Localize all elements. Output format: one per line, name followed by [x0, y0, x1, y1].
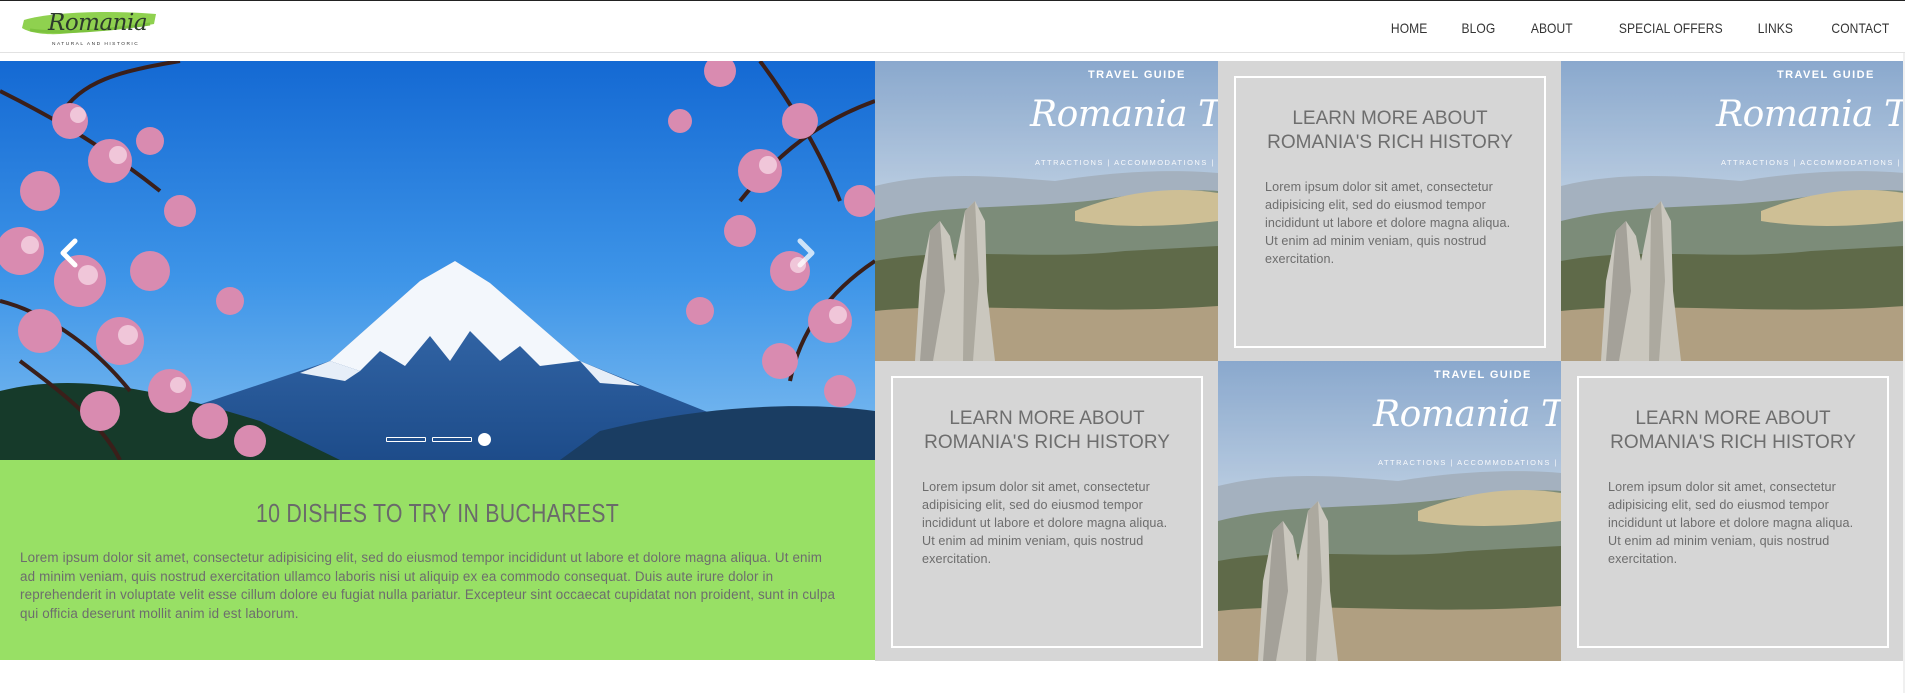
slider-indicator-3-active[interactable] — [478, 433, 491, 446]
guide-title: Romania Travel — [1716, 94, 1903, 135]
nav-about[interactable]: ABOUT — [1531, 20, 1573, 36]
slider-next-button[interactable] — [786, 233, 826, 273]
logo-text: Romania — [48, 10, 148, 36]
hero-slider — [0, 61, 875, 460]
nav-blog[interactable]: BLOG — [1461, 20, 1495, 36]
slider-indicator-1[interactable] — [386, 437, 426, 442]
logo-tagline: Natural and Historic — [52, 42, 140, 47]
history-card-1[interactable]: LEARN MORE ABOUT ROMANIA'S RICH HISTORY … — [1218, 61, 1561, 361]
card-title[interactable]: LEARN MORE ABOUT ROMANIA'S RICH HISTORY — [1234, 107, 1546, 155]
nav-contact[interactable]: CONTACT — [1831, 20, 1889, 36]
history-card-2[interactable]: LEARN MORE ABOUT ROMANIA'S RICH HISTORY … — [875, 361, 1218, 661]
featured-article: 10 DISHES TO TRY IN BUCHAREST Lorem ipsu… — [0, 460, 875, 660]
card-title[interactable]: LEARN MORE ABOUT ROMANIA'S RICH HISTORY — [891, 407, 1203, 455]
main-nav: HOME BLOG ABOUT SPECIAL OFFERS LINKS CON… — [1356, 2, 1889, 54]
guide-subtitle: ATTRACTIONS | ACCOMMODATIONS | DINING — [1035, 158, 1218, 167]
nav-links[interactable]: LINKS — [1757, 20, 1792, 36]
card-text: Lorem ipsum dolor sit amet, consectetur … — [1608, 480, 1854, 566]
chevron-right-icon — [797, 238, 815, 268]
nav-special-offers[interactable]: SPECIAL OFFERS — [1619, 20, 1723, 36]
guide-label-small: TRAVEL GUIDE — [1434, 369, 1532, 381]
logo[interactable]: Romania Natural and Historic — [20, 7, 160, 49]
guide-label-small: TRAVEL GUIDE — [1777, 69, 1875, 81]
guide-title: Romania Travel — [1373, 394, 1561, 435]
featured-article-text: Lorem ipsum dolor sit amet, consectetur … — [20, 550, 836, 621]
nav-home[interactable]: HOME — [1390, 20, 1426, 36]
travel-guide-tile-2[interactable]: TRAVEL GUIDE Romania Travel ATTRACTIONS … — [1561, 61, 1903, 361]
chevron-left-icon — [60, 238, 78, 268]
card-text: Lorem ipsum dolor sit amet, consectetur … — [1265, 180, 1511, 266]
travel-guide-tile-3[interactable]: TRAVEL GUIDE Romania Travel ATTRACTIONS … — [1218, 361, 1561, 661]
history-card-3[interactable]: LEARN MORE ABOUT ROMANIA'S RICH HISTORY … — [1561, 361, 1903, 661]
card-text: Lorem ipsum dolor sit amet, consectetur … — [922, 480, 1168, 566]
slider-indicator-2[interactable] — [432, 437, 472, 442]
slider-prev-button[interactable] — [49, 233, 89, 273]
guide-subtitle: ATTRACTIONS | ACCOMMODATIONS | DINING — [1721, 158, 1903, 167]
slider-indicators — [386, 433, 491, 446]
featured-article-title[interactable]: 10 DISHES TO TRY IN BUCHAREST — [79, 498, 797, 529]
slide-image-mount-fuji — [0, 61, 875, 460]
travel-guide-tile-1[interactable]: TRAVEL GUIDE Romania Travel ATTRACTIONS … — [875, 61, 1218, 361]
guide-subtitle: ATTRACTIONS | ACCOMMODATIONS | DINING — [1378, 458, 1561, 467]
guide-title: Romania Travel — [1030, 94, 1218, 135]
guide-label-small: TRAVEL GUIDE — [1088, 69, 1186, 81]
card-title[interactable]: LEARN MORE ABOUT ROMANIA'S RICH HISTORY — [1577, 407, 1889, 455]
site-header: Romania Natural and Historic HOME BLOG A… — [0, 1, 1905, 53]
